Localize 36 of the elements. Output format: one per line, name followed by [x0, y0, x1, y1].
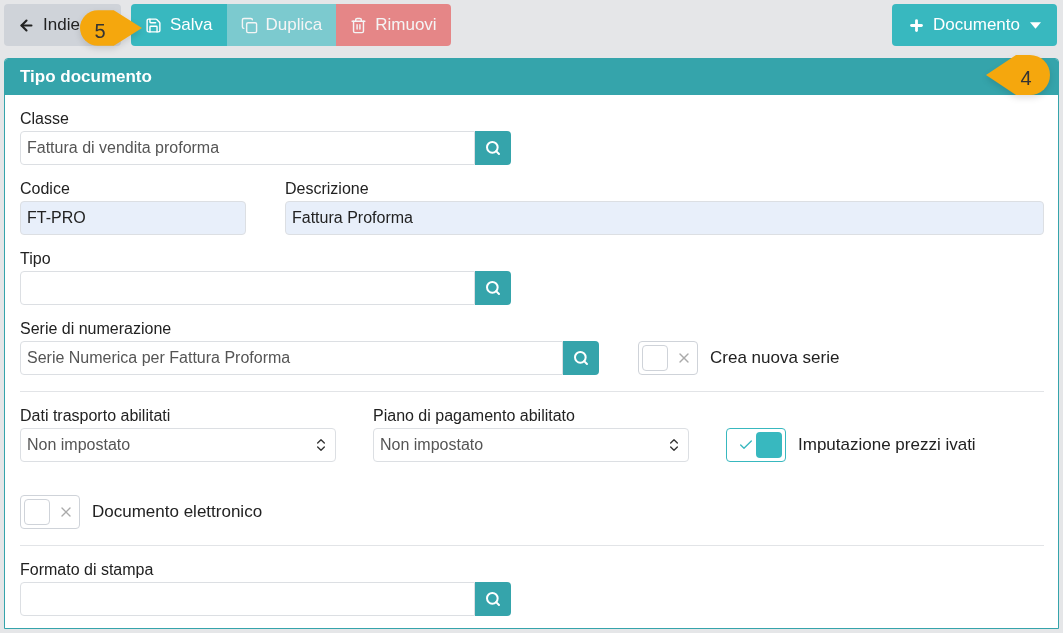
search-button[interactable] — [475, 131, 511, 165]
field-label: Piano di pagamento abilitato — [373, 406, 576, 426]
toggle-switch[interactable] — [20, 495, 80, 529]
toggle-label: Crea nuova serie — [710, 347, 840, 370]
trash-icon — [350, 16, 368, 34]
toggle-switch[interactable] — [726, 428, 786, 462]
search-icon — [485, 591, 501, 607]
search-button[interactable] — [475, 582, 511, 616]
select-field[interactable]: Non impostato — [20, 428, 336, 462]
toggle-switch[interactable] — [638, 341, 698, 375]
plus-icon — [908, 16, 926, 34]
field-label: Classe — [20, 109, 70, 129]
text-field[interactable]: Fattura di vendita proforma — [20, 131, 475, 165]
step-tooltip: 4 — [986, 55, 1050, 95]
field-label: Codice — [20, 179, 71, 199]
field-label: Descrizione — [285, 179, 370, 199]
search-icon — [573, 350, 589, 366]
readonly-field: FT-PRO — [20, 201, 246, 235]
text-field[interactable] — [20, 271, 475, 305]
caret-icon — [1030, 21, 1041, 29]
search-button[interactable] — [563, 341, 599, 375]
field-label: Formato di stampa — [20, 560, 155, 580]
search-icon — [485, 280, 501, 296]
text-field[interactable] — [20, 582, 475, 616]
field-label: Serie di numerazione — [20, 319, 173, 339]
search-icon — [485, 140, 501, 156]
select-field[interactable]: Non impostato — [373, 428, 689, 462]
toggle-label: Imputazione prezzi ivati — [798, 434, 976, 457]
copy-icon — [240, 16, 258, 34]
readonly-field: Fattura Proforma — [285, 201, 1044, 235]
toggle-label: Documento elettronico — [92, 501, 263, 524]
field-label: Dati trasporto abilitati — [20, 406, 172, 426]
field-label: Tipo — [20, 249, 52, 269]
text-field[interactable]: Serie Numerica per Fattura Proforma — [20, 341, 563, 375]
search-button[interactable] — [475, 271, 511, 305]
step-tooltip: 5 — [80, 9, 142, 47]
